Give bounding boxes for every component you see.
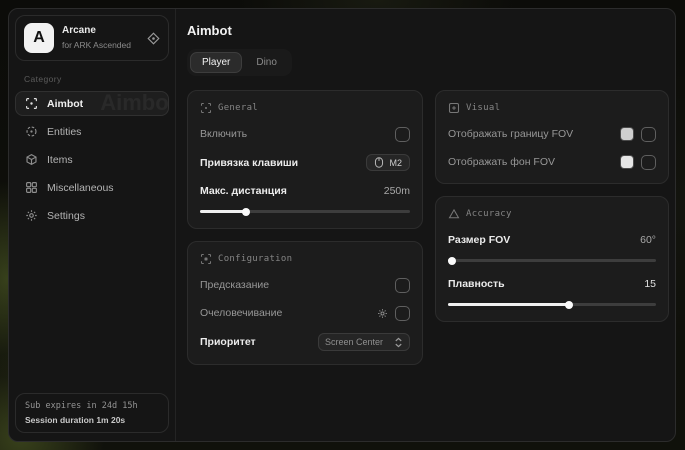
slider-thumb[interactable] [242, 208, 250, 216]
app-subtitle: for ARK Ascended [62, 40, 139, 51]
keybind-value: M2 [389, 158, 402, 168]
distance-label: Макс. дистанция [200, 185, 287, 197]
sidebar-item-miscellaneous[interactable]: Miscellaneous [15, 175, 169, 200]
session-duration-text: Session duration 1m 20s [25, 415, 159, 425]
humanization-checkbox[interactable] [395, 306, 410, 321]
panel-visual: Visual Отображать границу FOV Отображать… [435, 90, 669, 184]
humanization-label: Очеловечивание [200, 307, 282, 319]
mouse-icon [374, 157, 384, 168]
fov-size-value: 60° [640, 234, 656, 246]
main-content: Aimbot Player Dino [176, 9, 676, 441]
distance-value: 250m [384, 185, 410, 197]
distance-slider[interactable] [200, 207, 410, 215]
radar-icon [25, 125, 38, 138]
scan-icon [200, 102, 212, 114]
sub-expires-text: Sub expires in 24d 15h [25, 401, 159, 411]
session-card: Sub expires in 24d 15h Session duration … [15, 393, 169, 433]
fov-border-color-swatch[interactable] [620, 127, 634, 141]
sidebar-item-items[interactable]: Items [15, 147, 169, 172]
enable-checkbox[interactable] [395, 127, 410, 142]
fov-size-label: Размер FOV [448, 234, 510, 246]
gear-icon[interactable] [377, 308, 388, 319]
sidebar-item-entities[interactable]: Entities [15, 119, 169, 144]
slider-thumb[interactable] [565, 301, 573, 309]
keybind-button[interactable]: M2 [366, 154, 410, 171]
sidebar-nav: Aimbot Aimbot Entities [15, 91, 169, 228]
tab-bar: Player Dino [187, 49, 292, 76]
prediction-checkbox[interactable] [395, 278, 410, 293]
panel-title: Visual [466, 103, 500, 113]
fov-border-checkbox[interactable] [641, 127, 656, 142]
fov-bg-label: Отображать фон FOV [448, 156, 555, 168]
chevrons-up-down-icon [394, 337, 403, 348]
keybind-label: Привязка клавиши [200, 157, 298, 169]
sidebar-item-label: Items [47, 154, 73, 166]
tab-dino[interactable]: Dino [244, 52, 289, 73]
priority-select[interactable]: Screen Center [318, 333, 410, 351]
ghost-label: Aimbot [100, 91, 169, 116]
sidebar-item-aimbot[interactable]: Aimbot Aimbot [15, 91, 169, 116]
panel-general: General Включить Привязка клавиши [187, 90, 423, 229]
sidebar-item-label: Aimbot [47, 98, 83, 110]
page-title: Aimbot [187, 23, 669, 38]
target-icon[interactable] [147, 32, 160, 45]
panel-title: Configuration [218, 254, 292, 264]
sidebar-item-settings[interactable]: Settings [15, 203, 169, 228]
sidebar-item-label: Miscellaneous [47, 182, 114, 194]
smoothness-value: 15 [644, 278, 656, 290]
smoothness-slider[interactable] [448, 300, 656, 308]
grid-icon [25, 181, 38, 194]
crosshair-icon [25, 97, 38, 110]
fov-border-label: Отображать границу FOV [448, 128, 573, 140]
panel-title: Accuracy [466, 209, 512, 219]
brand-card: A Arcane for ARK Ascended [15, 15, 169, 61]
category-label: Category [24, 74, 169, 84]
panel-title: General [218, 103, 258, 113]
package-icon [25, 153, 38, 166]
plus-square-icon [448, 102, 460, 114]
app-logo: A [24, 23, 54, 53]
app-name: Arcane [62, 25, 139, 38]
smoothness-label: Плавность [448, 278, 505, 290]
tab-player[interactable]: Player [190, 52, 242, 73]
fov-bg-color-swatch[interactable] [620, 155, 634, 169]
fov-size-slider[interactable] [448, 256, 656, 264]
slider-thumb[interactable] [448, 257, 456, 265]
panel-configuration: Configuration Предсказание Очеловечивани… [187, 241, 423, 365]
sidebar-item-label: Settings [47, 210, 85, 222]
triangle-icon [448, 208, 460, 220]
prediction-label: Предсказание [200, 279, 269, 291]
gear-icon [25, 209, 38, 222]
cheat-menu-window: A Arcane for ARK Ascended Category [8, 8, 676, 442]
enable-label: Включить [200, 128, 247, 140]
scan-icon [200, 253, 212, 265]
priority-value: Screen Center [325, 337, 383, 347]
priority-label: Приоритет [200, 336, 256, 348]
fov-bg-checkbox[interactable] [641, 155, 656, 170]
sidebar: A Arcane for ARK Ascended Category [9, 9, 176, 441]
panel-accuracy: Accuracy Размер FOV 60° Плавность [435, 196, 669, 322]
sidebar-item-label: Entities [47, 126, 81, 138]
game-background: A Arcane for ARK Ascended Category [0, 0, 685, 450]
